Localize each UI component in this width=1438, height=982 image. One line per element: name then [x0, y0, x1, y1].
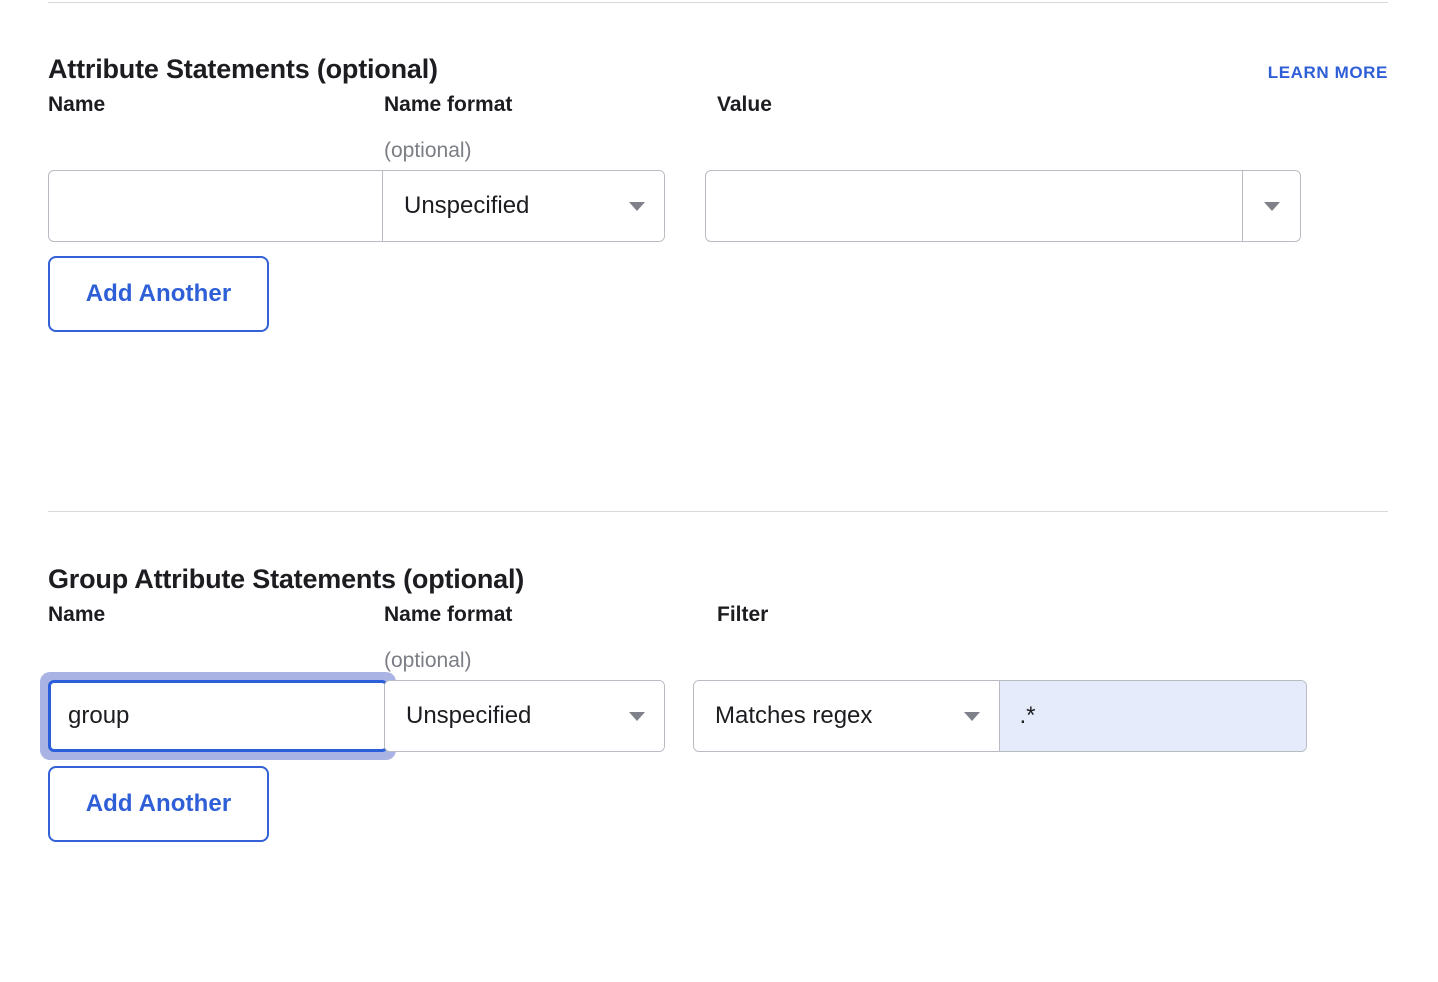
group-add-another-button[interactable]: Add Another [48, 766, 269, 842]
column-header-filter-label: Filter [717, 603, 769, 626]
column-header-name-label: Name [48, 93, 106, 116]
group-name-format-value: Unspecified [406, 702, 532, 729]
chevron-down-icon [963, 711, 980, 721]
group-attribute-column-headers: Name Name format (optional) Filter [0, 602, 1438, 680]
column-header-name: Name [48, 92, 105, 118]
column-header-name-format-optional: (optional) [384, 139, 472, 162]
attribute-name-format-select[interactable]: Unspecified [383, 171, 664, 241]
column-header-name-format: Name format (optional) [384, 92, 512, 164]
group-add-another-row: Add Another [0, 766, 1438, 866]
group-filter-group: Matches regex [693, 680, 1307, 752]
chevron-down-icon [1263, 201, 1280, 211]
group-attribute-statement-row: Unspecified Matches regex [0, 672, 1438, 766]
group-filter-type-value: Matches regex [715, 702, 873, 729]
group-name-input-focus-ring [40, 672, 396, 760]
group-filter-value-wrapper [999, 681, 1306, 751]
group-name-input-wrapper [48, 680, 388, 752]
group-name-format-select[interactable]: Unspecified [385, 681, 664, 751]
column-header-name-format-label: Name format [384, 93, 513, 116]
group-filter-value-input[interactable] [999, 681, 1306, 751]
column-header-group-name-format-optional: (optional) [384, 649, 472, 672]
group-attribute-statements-section: Group Attribute Statements (optional) Na… [0, 550, 1438, 866]
attribute-name-format-value: Unspecified [404, 192, 530, 219]
attribute-statement-row: Unspecified [0, 170, 1438, 256]
group-name-format-wrapper: Unspecified [384, 680, 665, 752]
attribute-add-another-button[interactable]: Add Another [48, 256, 269, 332]
group-filter-type-select[interactable]: Matches regex [694, 681, 999, 751]
attribute-statements-title: Attribute Statements (optional) [48, 54, 438, 84]
group-attribute-statements-header: Group Attribute Statements (optional) [0, 550, 1438, 602]
attribute-value-input[interactable] [706, 171, 1243, 241]
group-attribute-statements-title: Group Attribute Statements (optional) [48, 564, 525, 594]
group-name-input[interactable] [51, 683, 385, 749]
chevron-down-icon [629, 711, 645, 721]
attribute-name-input[interactable] [49, 171, 382, 241]
section-divider-top [48, 2, 1388, 3]
attribute-value-dropdown-button[interactable] [1243, 171, 1300, 241]
column-header-group-name-format: Name format (optional) [384, 602, 512, 674]
attribute-value-group [705, 170, 1301, 242]
column-header-group-name-format-label: Name format [384, 603, 513, 626]
learn-more-link[interactable]: LEARN MORE [1268, 63, 1388, 83]
attribute-statements-header: Attribute Statements (optional) LEARN MO… [0, 40, 1438, 92]
attribute-statements-section: Attribute Statements (optional) LEARN MO… [0, 40, 1438, 356]
column-header-value-label: Value [717, 93, 772, 116]
chevron-down-icon [629, 201, 645, 211]
column-header-value: Value [717, 92, 772, 118]
attribute-statements-page: Attribute Statements (optional) LEARN MO… [0, 0, 1438, 982]
section-divider-middle [48, 511, 1388, 512]
attribute-add-another-row: Add Another [0, 256, 1438, 356]
attribute-statements-column-headers: Name Name format (optional) Value [0, 92, 1438, 170]
column-header-group-name-label: Name [48, 603, 106, 626]
column-header-filter: Filter [717, 602, 768, 628]
column-header-group-name: Name [48, 602, 105, 628]
attribute-name-format-group: Unspecified [48, 170, 665, 242]
